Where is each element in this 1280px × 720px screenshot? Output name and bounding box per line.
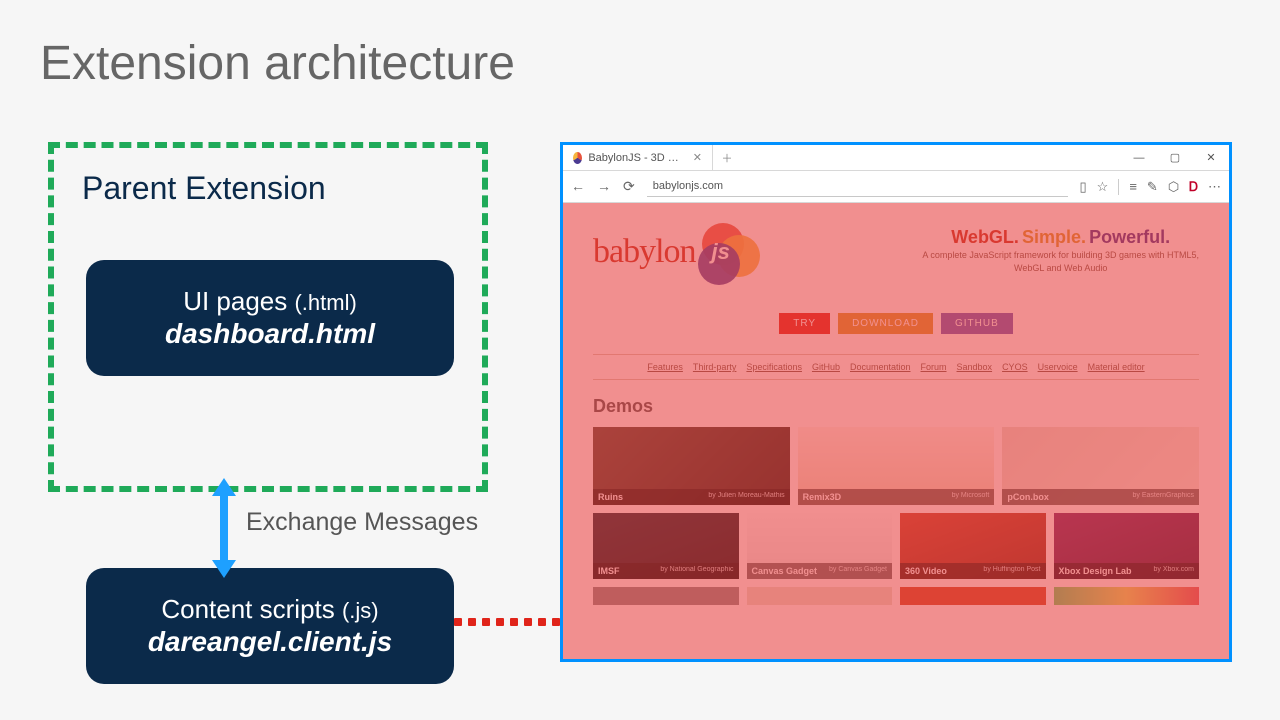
url-text: babylonjs.com [653,180,723,192]
new-tab-button[interactable]: ＋ [713,145,741,170]
refresh-button[interactable]: ⟳ [623,178,635,195]
content-scripts-filename: dareangel.client.js [148,625,392,659]
demo-card[interactable]: Ruinsby Julien Moreau-Mathis [593,427,790,505]
demo-card[interactable]: Canvas Gadgetby Canvas Gadget [747,513,893,579]
nav-link[interactable]: Material editor [1088,362,1145,372]
close-tab-icon[interactable]: ✕ [693,151,702,164]
address-bar[interactable]: babylonjs.com [647,177,1068,197]
nav-link[interactable]: GitHub [812,362,840,372]
extension-icon[interactable]: Ꭰ [1189,179,1198,195]
content-scripts-node: Content scripts (.js) dareangel.client.j… [86,568,454,684]
nav-link[interactable]: Uservoice [1038,362,1078,372]
demo-card[interactable]: Xbox Design Labby Xbox.com [1054,513,1200,579]
favicon-icon [573,152,582,164]
nav-link[interactable]: Features [647,362,683,372]
notes-icon[interactable]: ✎ [1147,179,1158,195]
nav-link[interactable]: Documentation [850,362,911,372]
forward-button[interactable]: → [597,178,611,195]
demo-card[interactable]: IMSFby National Geographic [593,513,739,579]
favorite-icon[interactable]: ☆ [1097,179,1109,195]
demo-card[interactable]: pCon.boxby EasternGraphics [1002,427,1199,505]
ui-pages-node: UI pages (.html) dashboard.html [86,260,454,376]
nav-link[interactable]: Third-party [693,362,737,372]
ui-pages-filename: dashboard.html [165,317,375,351]
nav-link[interactable]: Forum [921,362,947,372]
github-button[interactable]: GITHUB [941,313,1013,334]
nav-links: Features Third-party Specifications GitHub D… [593,354,1199,380]
tab-title: BabylonJS - 3D engine b [588,152,682,164]
browser-toolbar: ← → ⟳ babylonjs.com ▯ ☆ ≡ ✎ ⬡ Ꭰ ⋯ [563,171,1229,203]
page-viewport: babylon js WebGL. Simple. Powerful. A co… [563,203,1229,659]
reading-view-icon[interactable]: ▯ [1080,179,1087,195]
maximize-button[interactable]: ▢ [1157,145,1193,170]
browser-tab[interactable]: BabylonJS - 3D engine b ✕ [563,145,713,170]
close-window-button[interactable]: ✕ [1193,145,1229,170]
browser-titlebar: BabylonJS - 3D engine b ✕ ＋ — ▢ ✕ [563,145,1229,171]
demo-card[interactable]: 360 Videoby Huffington Post [900,513,1046,579]
double-arrow-icon [204,478,244,578]
minimize-button[interactable]: — [1121,145,1157,170]
back-button[interactable]: ← [571,178,585,195]
hub-icon[interactable]: ≡ [1129,179,1137,194]
parent-extension-label: Parent Extension [82,170,454,207]
exchange-messages-label: Exchange Messages [246,508,478,537]
demos-heading: Demos [593,396,1199,417]
nav-link[interactable]: CYOS [1002,362,1028,372]
tagline: WebGL. Simple. Powerful. A complete Java… [922,227,1199,287]
demo-card[interactable]: Remix3Dby Microsoft [798,427,995,505]
try-button[interactable]: TRY [779,313,830,334]
download-button[interactable]: DOWNLOAD [838,313,933,334]
babylonjs-logo: babylon js [593,217,756,287]
ui-pages-line1: UI pages (.html) [183,286,357,317]
dotted-connector [454,618,562,626]
nav-link[interactable]: Sandbox [957,362,993,372]
share-icon[interactable]: ⬡ [1168,179,1179,195]
content-scripts-line1: Content scripts (.js) [161,594,378,625]
more-icon[interactable]: ⋯ [1208,179,1221,195]
nav-link[interactable]: Specifications [746,362,802,372]
slide-title: Extension architecture [40,36,515,91]
browser-window: BabylonJS - 3D engine b ✕ ＋ — ▢ ✕ ← → ⟳ … [560,142,1232,662]
